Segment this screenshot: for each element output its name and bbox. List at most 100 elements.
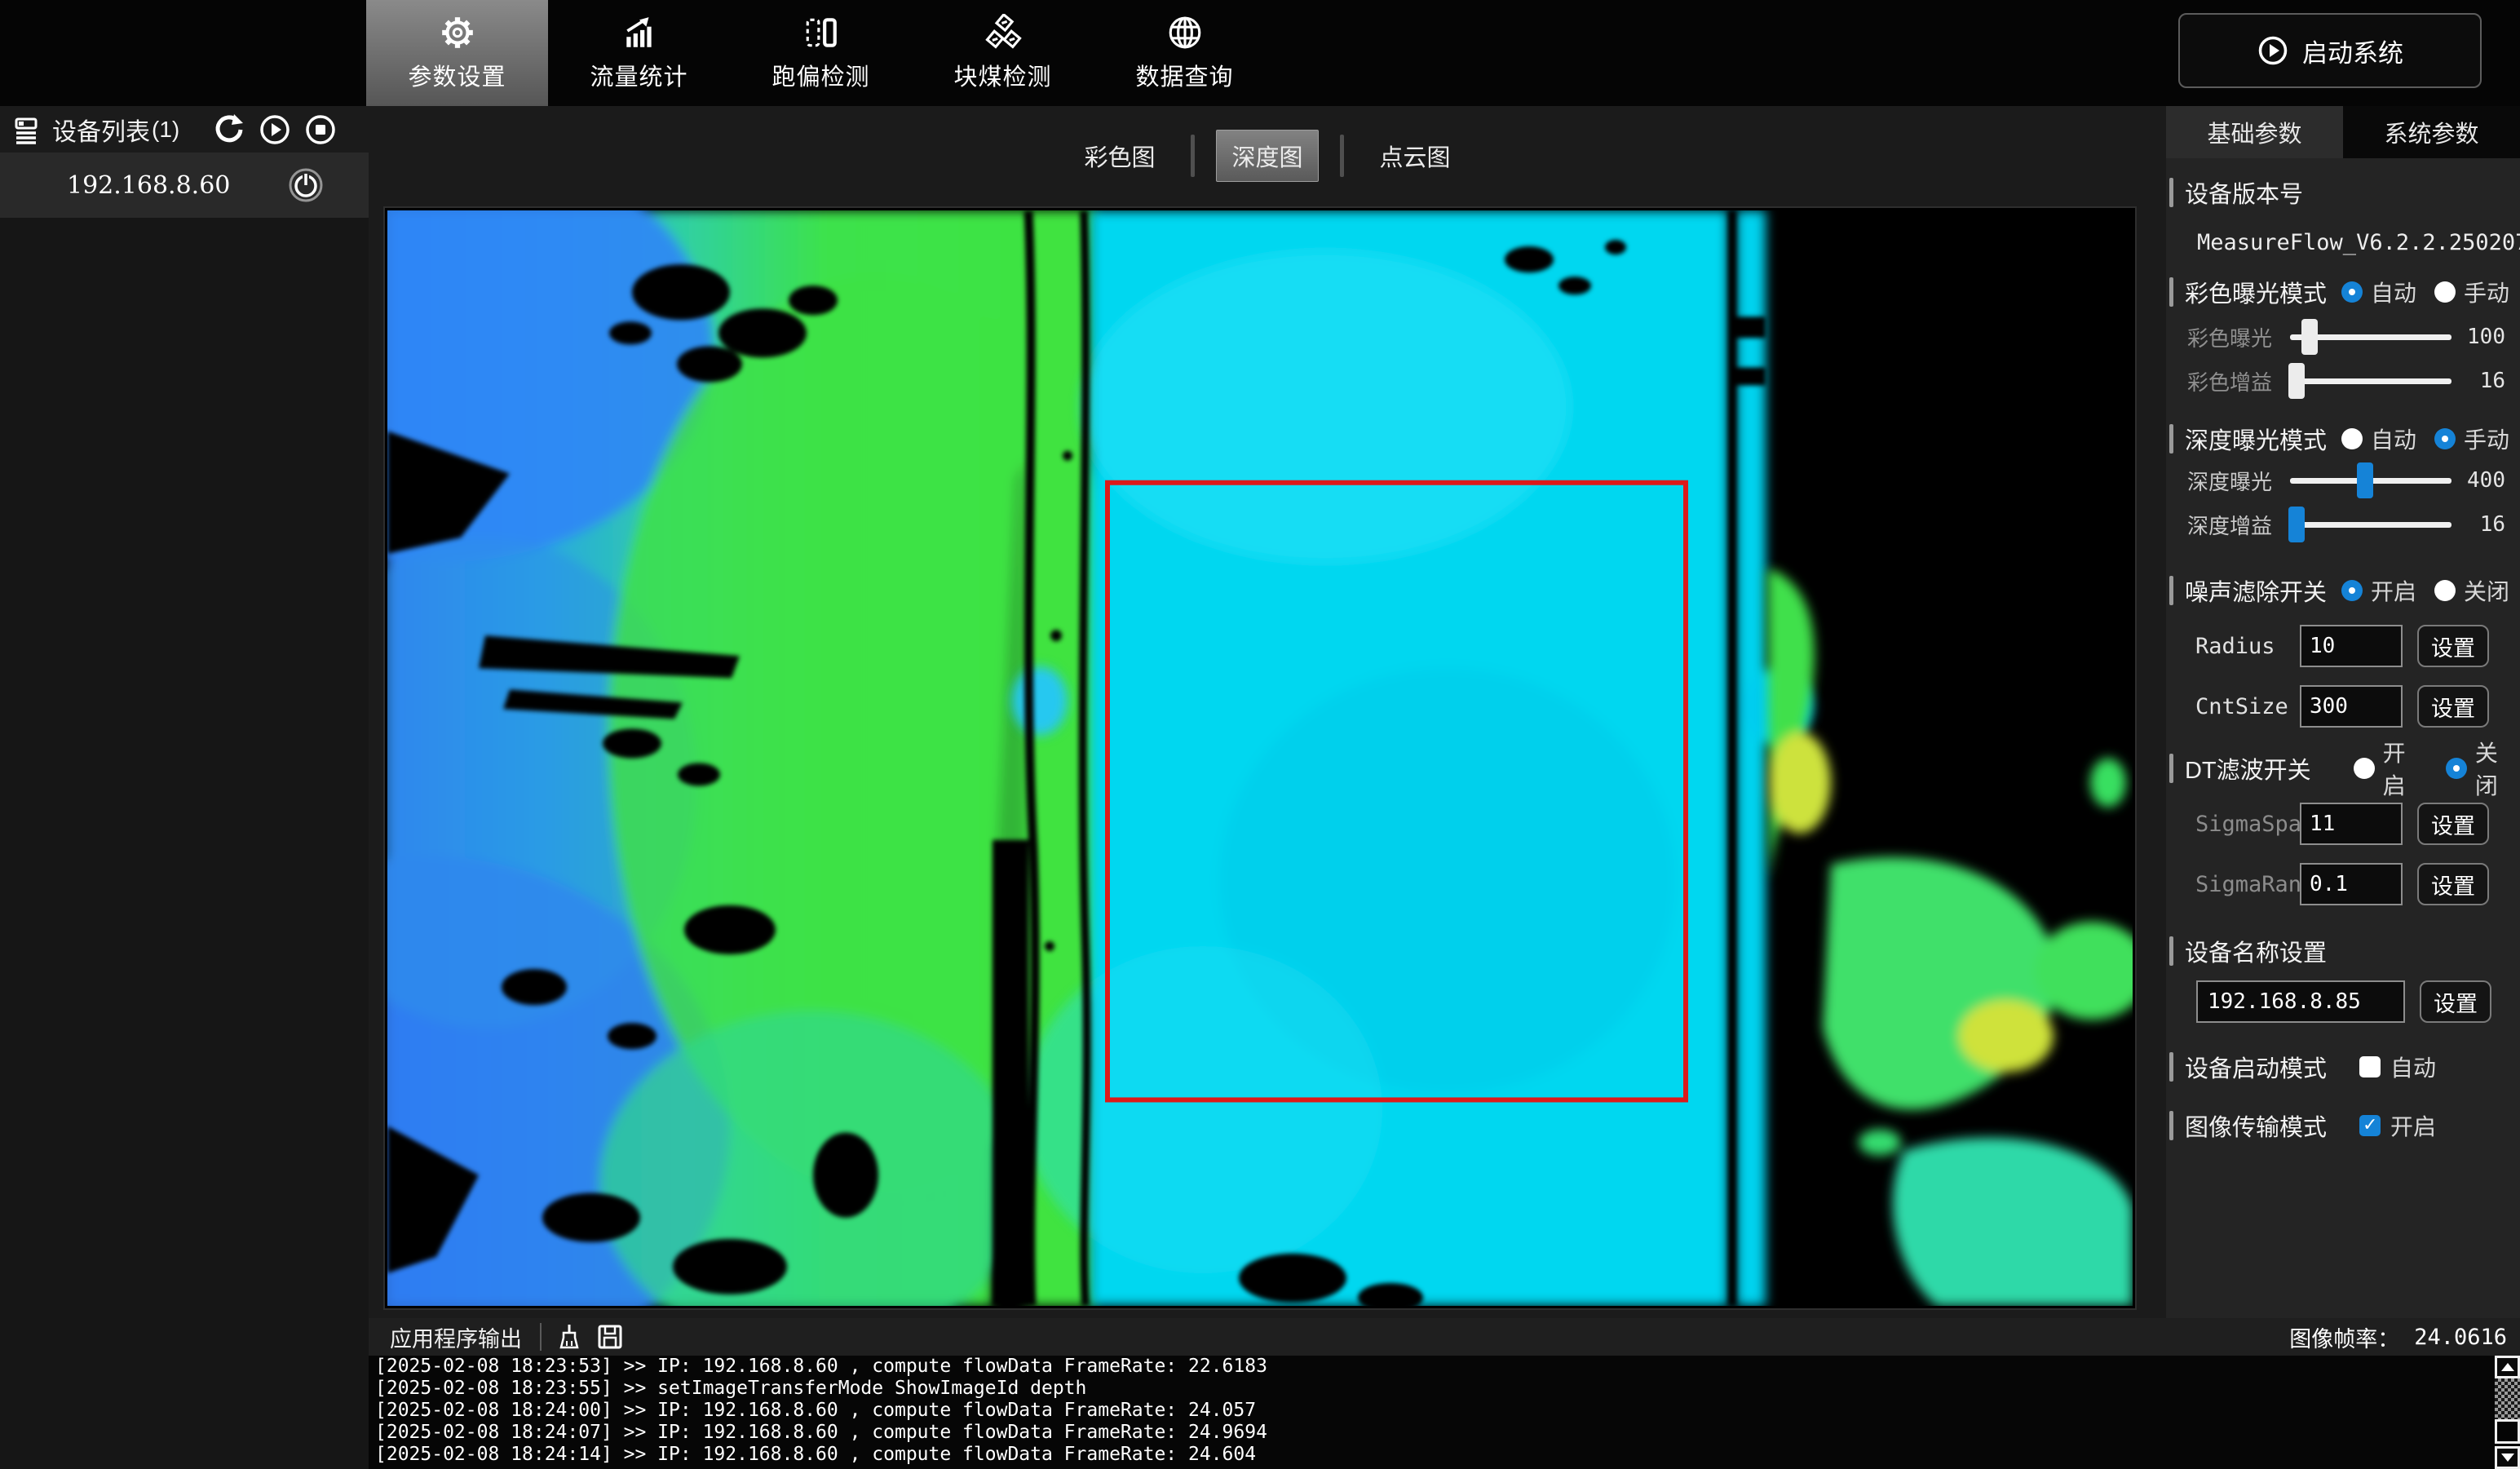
toolbar-item-label: 数据查询 bbox=[1135, 58, 1233, 92]
radius-field-row: Radius 设置 bbox=[2181, 623, 2505, 669]
params-panel: 基础参数 系统参数 设备版本号 MeasureFlow_V6.2.2.25020… bbox=[2166, 106, 2520, 1318]
device-row[interactable]: 192.168.8.60 bbox=[0, 153, 369, 218]
device-list-icon bbox=[11, 115, 41, 144]
section-boot-mode: 设备启动模式 自动 bbox=[2166, 1049, 2520, 1085]
depth-exposure-auto-radio[interactable] bbox=[2341, 428, 2363, 449]
sigmarange-set-button[interactable]: 设置 bbox=[2417, 863, 2489, 905]
depth-exposure-manual-radio[interactable] bbox=[2434, 428, 2456, 449]
tab-color-image[interactable]: 彩色图 bbox=[1069, 131, 1169, 181]
stop-circle-icon[interactable] bbox=[303, 113, 338, 147]
device-name-input[interactable] bbox=[2196, 980, 2405, 1023]
sigmarange-input[interactable] bbox=[2300, 863, 2403, 905]
toolbar-item-coal-detect[interactable]: 块煤检测 bbox=[912, 0, 1094, 106]
color-gain-slider[interactable] bbox=[2290, 378, 2451, 384]
section-color-exposure-mode: 彩色曝光模式 自动 手动 bbox=[2166, 274, 2520, 310]
slider-value: 100 bbox=[2460, 325, 2505, 349]
radio-label: 关闭 bbox=[2464, 574, 2509, 607]
noise-filter-on-radio[interactable] bbox=[2341, 580, 2363, 601]
log-output[interactable]: [2025-02-08 18:23:53] >> IP: 192.168.8.6… bbox=[369, 1356, 2520, 1469]
section-title: 图像传输模式 bbox=[2185, 1108, 2327, 1143]
device-version-value: MeasureFlow_V6.2.2.250207 bbox=[2197, 230, 2520, 255]
toolbar-item-label: 流量统计 bbox=[590, 58, 687, 92]
transfer-mode-checkbox[interactable] bbox=[2359, 1115, 2381, 1136]
toolbar-item-param-settings[interactable]: 参数设置 bbox=[366, 0, 548, 106]
depth-image-frame bbox=[383, 206, 2137, 1310]
scrollbar-thumb[interactable] bbox=[2495, 1419, 2520, 1444]
log-line: [2025-02-08 18:23:55] >> setImageTransfe… bbox=[375, 1378, 2520, 1400]
section-marker bbox=[2169, 1111, 2173, 1140]
section-title: 设备版本号 bbox=[2185, 175, 2303, 210]
toolbar-item-deviation-detect[interactable]: 跑偏检测 bbox=[730, 0, 912, 106]
cntsize-set-button[interactable]: 设置 bbox=[2417, 685, 2489, 728]
color-exposure-slider[interactable] bbox=[2290, 334, 2451, 340]
scrollbar-track[interactable] bbox=[2495, 1378, 2520, 1419]
toolbar-item-flow-stats[interactable]: 流量统计 bbox=[548, 0, 730, 106]
log-scrollbar[interactable] bbox=[2495, 1356, 2520, 1469]
toolbar-item-label: 跑偏检测 bbox=[771, 58, 869, 92]
coal-blocks-icon bbox=[984, 14, 1022, 51]
section-device-name: 设备名称设置 bbox=[2166, 933, 2520, 969]
slider-handle[interactable] bbox=[2357, 462, 2373, 498]
color-exposure-auto-radio[interactable] bbox=[2341, 281, 2363, 303]
depth-gain-slider-row: 深度增益 16 bbox=[2181, 506, 2505, 543]
color-exposure-manual-radio[interactable] bbox=[2434, 281, 2456, 303]
color-exposure-slider-row: 彩色曝光 100 bbox=[2181, 318, 2505, 356]
section-title: 设备启动模式 bbox=[2185, 1050, 2327, 1084]
section-title: 深度曝光模式 bbox=[2185, 422, 2327, 456]
log-line: [2025-02-08 18:24:07] >> IP: 192.168.8.6… bbox=[375, 1422, 2520, 1444]
field-label: SigmaSpace bbox=[2195, 812, 2300, 837]
section-noise-filter: 噪声滤除开关 开启 关闭 bbox=[2166, 573, 2520, 608]
scroll-up-button[interactable] bbox=[2495, 1356, 2520, 1378]
section-title: 设备名称设置 bbox=[2185, 934, 2327, 968]
section-depth-exposure-mode: 深度曝光模式 自动 手动 bbox=[2166, 421, 2520, 457]
scroll-down-button[interactable] bbox=[2495, 1446, 2520, 1469]
slider-handle[interactable] bbox=[2288, 363, 2305, 399]
play-circle-icon[interactable] bbox=[258, 113, 292, 147]
radio-label: 手动 bbox=[2464, 423, 2509, 455]
depth-image[interactable] bbox=[387, 210, 2133, 1306]
tab-system-params[interactable]: 系统参数 bbox=[2343, 106, 2520, 158]
status-separator bbox=[540, 1323, 542, 1351]
log-line: [2025-02-08 18:24:14] >> IP: 192.168.8.6… bbox=[375, 1444, 2520, 1466]
output-panel-title: 应用程序输出 bbox=[390, 1321, 522, 1353]
radio-label: 开启 bbox=[2383, 736, 2428, 801]
refresh-icon[interactable] bbox=[212, 113, 246, 147]
save-log-icon[interactable] bbox=[597, 1323, 623, 1351]
radius-set-button[interactable]: 设置 bbox=[2417, 625, 2489, 667]
tab-pointcloud-image[interactable]: 点云图 bbox=[1365, 131, 1466, 181]
slider-handle[interactable] bbox=[2301, 319, 2318, 355]
noise-filter-off-radio[interactable] bbox=[2434, 580, 2456, 601]
slider-label: 深度增益 bbox=[2181, 510, 2272, 540]
power-icon[interactable] bbox=[287, 166, 325, 204]
dt-filter-off-radio[interactable] bbox=[2446, 758, 2467, 779]
cntsize-input[interactable] bbox=[2300, 685, 2403, 728]
slider-value: 400 bbox=[2460, 468, 2505, 493]
up-arrow-icon bbox=[2501, 1363, 2514, 1371]
section-marker bbox=[2169, 576, 2173, 605]
checkbox-label: 自动 bbox=[2390, 1051, 2436, 1083]
depth-gain-slider[interactable] bbox=[2290, 522, 2451, 528]
slider-value: 16 bbox=[2460, 369, 2505, 393]
play-circle-icon bbox=[2257, 34, 2289, 67]
device-count: (1) bbox=[152, 117, 179, 143]
device-list-header: 设备列表 (1) bbox=[0, 106, 369, 153]
boot-mode-checkbox[interactable] bbox=[2359, 1056, 2381, 1077]
dt-filter-on-radio[interactable] bbox=[2354, 758, 2375, 779]
checkbox-label: 开启 bbox=[2390, 1109, 2436, 1142]
tab-depth-image[interactable]: 深度图 bbox=[1216, 130, 1318, 182]
tab-basic-params[interactable]: 基础参数 bbox=[2166, 106, 2343, 158]
view-tabs: 彩色图 深度图 点云图 bbox=[369, 131, 2166, 181]
sigmaspace-set-button[interactable]: 设置 bbox=[2417, 803, 2489, 845]
device-name-set-button[interactable]: 设置 bbox=[2420, 980, 2491, 1023]
slider-handle[interactable] bbox=[2288, 507, 2305, 542]
toolbar-item-data-query[interactable]: 数据查询 bbox=[1094, 0, 1275, 106]
slider-label: 彩色曝光 bbox=[2181, 322, 2272, 352]
start-system-button[interactable]: 启动系统 bbox=[2178, 13, 2482, 88]
section-title: 彩色曝光模式 bbox=[2185, 275, 2327, 309]
depth-exposure-slider[interactable] bbox=[2290, 478, 2451, 484]
field-label: CntSize bbox=[2195, 694, 2300, 719]
sigmaspace-input[interactable] bbox=[2300, 803, 2403, 845]
clear-log-icon[interactable] bbox=[556, 1323, 582, 1351]
radius-input[interactable] bbox=[2300, 625, 2403, 667]
cntsize-field-row: CntSize 设置 bbox=[2181, 684, 2505, 729]
